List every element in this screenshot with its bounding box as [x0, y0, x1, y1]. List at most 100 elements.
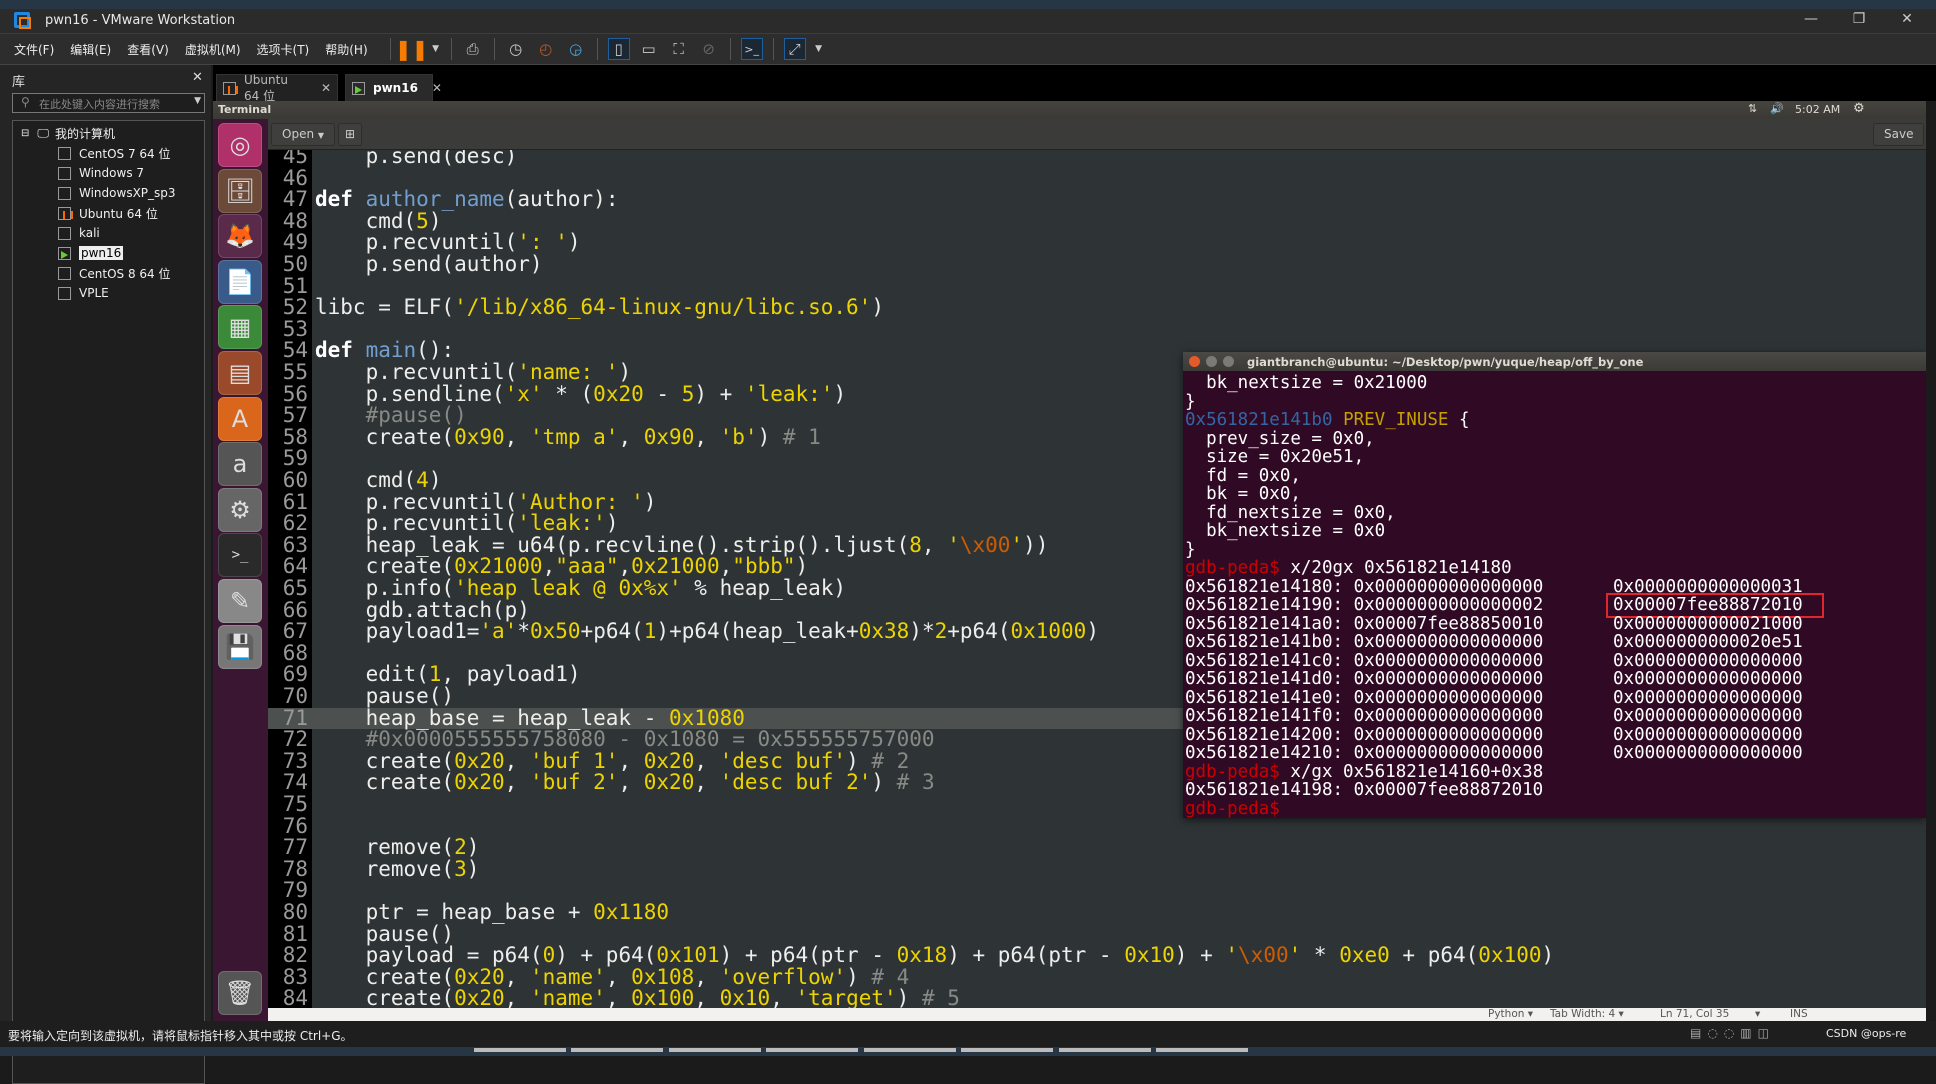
- tab-pwn16[interactable]: pwn16 ✕: [345, 74, 442, 101]
- save-disk-icon[interactable]: 💾: [218, 624, 262, 669]
- code-line[interactable]: 53: [268, 318, 1926, 341]
- impress-icon[interactable]: ▤: [218, 351, 262, 395]
- taskbar-item[interactable]: [669, 1048, 761, 1052]
- terminal-line: 0x561821e14180: 0x0000000000000000 0x0000…: [1185, 577, 1803, 597]
- files-icon[interactable]: 🗄: [218, 168, 262, 213]
- terminal-minimize-button[interactable]: [1206, 356, 1217, 367]
- software-center-icon[interactable]: A: [218, 396, 262, 441]
- volume-icon[interactable]: 🔊: [1770, 102, 1784, 115]
- taskbar-item[interactable]: [474, 1048, 566, 1052]
- code-line[interactable]: 50 p.send(author): [268, 253, 1926, 276]
- code-line[interactable]: 51: [268, 275, 1926, 298]
- dropdown-icon[interactable]: ▼: [431, 38, 441, 60]
- menu-view[interactable]: 查看(V): [127, 41, 169, 58]
- library-close-button[interactable]: ✕: [192, 70, 203, 85]
- code-text: create(0x90, 'tmp a', 0x90, 'b') # 1: [315, 426, 821, 449]
- stretch-icon[interactable]: ⤢: [783, 38, 806, 60]
- settings-icon[interactable]: ⚙: [218, 487, 262, 532]
- code-line[interactable]: 49 p.recvuntil(': '): [268, 232, 1926, 254]
- tree-item[interactable]: kali: [58, 223, 100, 243]
- device-icons[interactable]: ▤◌◌▥◫: [1690, 1026, 1775, 1040]
- tree-item[interactable]: pwn16: [58, 243, 124, 263]
- terminal-window[interactable]: giantbranch@ubuntu: ~/Desktop/pwn/yuque/…: [1183, 352, 1926, 818]
- terminal-close-button[interactable]: [1189, 356, 1200, 367]
- calc-icon[interactable]: ▦: [218, 305, 262, 350]
- view-thumbnail-icon[interactable]: ▭: [638, 38, 660, 60]
- token: ) +: [694, 381, 745, 406]
- taskbar-item[interactable]: [1059, 1048, 1151, 1052]
- menu-edit[interactable]: 编辑(E): [70, 41, 111, 58]
- restore-button[interactable]: ❐: [1844, 11, 1874, 27]
- token: ': [947, 532, 960, 557]
- network-icon[interactable]: ⇅: [1748, 102, 1757, 115]
- code-line[interactable]: 78 remove(3): [268, 858, 1926, 881]
- code-line[interactable]: 45 p.send(desc): [268, 150, 1926, 168]
- close-button[interactable]: ✕: [1892, 11, 1922, 27]
- tab-ubuntu-64[interactable]: Ubuntu 64 位 ✕: [216, 73, 338, 103]
- ubuntu-dash-icon[interactable]: ◎: [218, 123, 262, 167]
- new-tab-button[interactable]: ⊞: [338, 123, 363, 146]
- menu-vm[interactable]: 虚拟机(M): [185, 41, 241, 58]
- code-line[interactable]: 83 create(0x20, 'name', 0x108, 'overflow…: [268, 966, 1926, 989]
- code-line[interactable]: 81 pause(): [268, 923, 1926, 946]
- code-line[interactable]: 79: [268, 880, 1926, 902]
- console-icon[interactable]: >_: [740, 38, 763, 60]
- tree-item[interactable]: CentOS 8 64 位: [58, 263, 170, 283]
- collapse-icon[interactable]: ⊟: [21, 128, 29, 139]
- send-keys-icon[interactable]: ⎙: [462, 38, 484, 60]
- code-line[interactable]: 46: [268, 167, 1926, 190]
- tree-root[interactable]: ⊟ 🖵 我的计算机: [21, 123, 115, 143]
- tab-close-icon[interactable]: ✕: [321, 81, 331, 95]
- tree-item[interactable]: Windows 7: [58, 163, 144, 183]
- save-button[interactable]: Save: [1873, 123, 1925, 146]
- vm-screen[interactable]: Terminal ⇅ 🔊 5:02 AM ⚙ ◎ 🗄 🦊 📄 ▦ ▤ Aa ⚙ >_ ✎ 💾 🗑 O…: [213, 101, 1926, 1021]
- clock[interactable]: 5:02 AM: [1795, 103, 1840, 116]
- tree-item[interactable]: VPLE: [58, 283, 109, 303]
- code-line[interactable]: 48 cmd(5): [268, 210, 1926, 233]
- open-button[interactable]: Open ▼: [271, 123, 336, 146]
- text-editor-icon[interactable]: ✎: [218, 579, 262, 623]
- menu-tabs[interactable]: 选项卡(T): [257, 41, 310, 58]
- pause-icon[interactable]: ❚❚: [395, 37, 429, 61]
- writer-icon[interactable]: 📄: [218, 259, 262, 304]
- language-selector[interactable]: Python ▾: [1488, 1008, 1533, 1020]
- code-line[interactable]: 82 payload = p64(0) + p64(0x101) + p64(p…: [268, 944, 1926, 967]
- fullscreen-icon[interactable]: ⛶: [668, 38, 690, 60]
- firefox-icon[interactable]: 🦊: [218, 214, 262, 259]
- unity-icon[interactable]: ⊘: [698, 38, 720, 60]
- taskbar-item[interactable]: [961, 1048, 1053, 1052]
- chevron-down-icon[interactable]: ▾: [1755, 1008, 1760, 1020]
- code-line[interactable]: 52 libc = ELF('/lib/x86_64-linux-gnu/libc…: [268, 296, 1926, 319]
- tree-item[interactable]: Ubuntu 64 位: [58, 203, 158, 223]
- code-line[interactable]: 76: [268, 815, 1926, 838]
- trash-icon[interactable]: 🗑: [218, 971, 262, 1015]
- minimize-button[interactable]: —: [1796, 11, 1826, 27]
- code-line[interactable]: 77 remove(2): [268, 836, 1926, 859]
- revert-snapshot-icon[interactable]: ◴: [535, 38, 557, 60]
- taskbar-item[interactable]: [571, 1048, 663, 1052]
- menu-file[interactable]: 文件(F): [14, 41, 54, 58]
- token: ,: [618, 554, 632, 579]
- taskbar-item[interactable]: [1156, 1048, 1248, 1052]
- terminal-maximize-button[interactable]: [1223, 356, 1234, 367]
- code-line[interactable]: 47 def author_name(author):: [268, 188, 1926, 211]
- tab-width-selector[interactable]: Tab Width: 4 ▾: [1550, 1008, 1624, 1020]
- amazon-icon[interactable]: a: [218, 442, 262, 487]
- tree-item[interactable]: CentOS 7 64 位: [58, 143, 170, 163]
- gear-icon[interactable]: ⚙: [1853, 101, 1865, 116]
- tree-item[interactable]: WindowsXP_sp3: [58, 183, 176, 203]
- taskbar-item[interactable]: [766, 1048, 858, 1052]
- snapshot-manager-icon[interactable]: ◶: [565, 38, 587, 60]
- code-line[interactable]: 80 ptr = heap_base + 0x1180: [268, 901, 1926, 924]
- view-library-icon[interactable]: ▯: [607, 38, 630, 60]
- dropdown-icon[interactable]: ▼: [814, 38, 824, 60]
- taskbar-item[interactable]: [864, 1048, 956, 1052]
- menu-help[interactable]: 帮助(H): [325, 41, 367, 58]
- terminal-icon[interactable]: >_: [218, 533, 262, 578]
- library-search-input[interactable]: ⚲ 在此处键入内容进行搜索 ▼: [12, 93, 205, 113]
- code-line[interactable]: 84 create(0x20, 'name', 0x100, 0x10, 'ta…: [268, 988, 1926, 1008]
- vm-icon: [58, 186, 71, 200]
- snapshot-icon[interactable]: ◷: [505, 38, 527, 60]
- chevron-down-icon[interactable]: ▼: [194, 96, 201, 106]
- tab-close-icon[interactable]: ✕: [432, 81, 442, 95]
